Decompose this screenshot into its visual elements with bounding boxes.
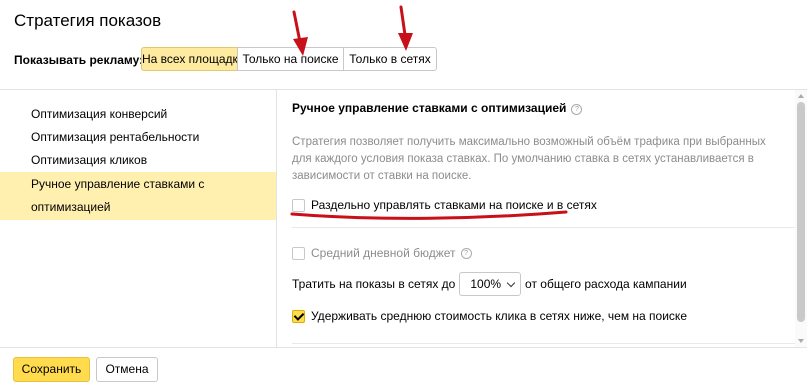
question-circle-icon[interactable]: ? xyxy=(571,104,583,115)
cancel-button[interactable]: Отмена xyxy=(96,357,158,382)
placement-tabs: На всех площадках Только на поиске Тольк… xyxy=(141,47,437,71)
section-divider xyxy=(292,227,807,228)
divider-top xyxy=(0,89,807,90)
scroll-down-arrow-icon[interactable] xyxy=(798,339,804,343)
separate-bids-row[interactable]: Раздельно управлять ставками на поиске и… xyxy=(292,198,597,212)
save-button[interactable]: Сохранить xyxy=(13,357,90,382)
divider-bottom xyxy=(0,347,807,348)
dialog-title: Стратегия показов xyxy=(14,11,162,30)
section-divider-bottom xyxy=(292,343,807,344)
strategy-profitability-optimization[interactable]: Оптимизация рентабельности xyxy=(0,126,276,149)
network-spend-value: 100% xyxy=(470,277,502,291)
daily-budget-row[interactable]: Средний дневной бюджет ? xyxy=(292,246,472,260)
keep-cpc-lower-checkbox[interactable] xyxy=(292,309,305,323)
divider-vertical xyxy=(276,90,277,347)
separate-bids-label: Раздельно управлять ставками на поиске и… xyxy=(311,198,597,212)
panel-title-wrap: Ручное управление ставками с оптимизацие… xyxy=(292,101,583,115)
scroll-up-arrow-icon[interactable] xyxy=(798,94,804,98)
red-underline-annotation xyxy=(290,210,568,220)
keep-cpc-lower-label: Удерживать среднюю стоимость клика в сет… xyxy=(311,309,687,323)
strategy-manual-bidding-optimization[interactable]: Ручное управление ставками с оптимизацие… xyxy=(0,172,276,220)
strategy-list: Оптимизация конверсий Оптимизация рентаб… xyxy=(0,103,276,220)
network-spend-select[interactable]: 100% xyxy=(459,272,522,296)
panel-title: Ручное управление ставками с оптимизацие… xyxy=(292,101,567,115)
strategy-click-optimization[interactable]: Оптимизация кликов xyxy=(0,149,276,172)
scrollbar-thumb[interactable] xyxy=(797,102,805,322)
question-circle-icon[interactable]: ? xyxy=(460,247,472,259)
keep-cpc-lower-row[interactable]: Удерживать среднюю стоимость клика в сет… xyxy=(292,309,687,323)
separate-bids-checkbox[interactable] xyxy=(292,198,305,212)
red-arrow-icon xyxy=(398,5,413,51)
tab-networks-only[interactable]: Только в сетях xyxy=(343,47,437,71)
network-spend-prefix: Тратить на показы в сетях до xyxy=(292,277,456,291)
daily-budget-label: Средний дневной бюджет xyxy=(311,246,456,260)
strategy-description: Стратегия позволяет получить максимально… xyxy=(292,136,766,182)
tab-all-placements[interactable]: На всех площадках xyxy=(141,47,251,71)
chevron-down-icon xyxy=(506,278,516,287)
daily-budget-checkbox[interactable] xyxy=(292,246,305,260)
tab-search-only[interactable]: Только на поиске xyxy=(237,47,344,71)
show-ads-label: Показывать рекламу: xyxy=(14,53,144,67)
panel-scrollbar[interactable] xyxy=(795,90,807,347)
network-spend-suffix: от общего расхода кампании xyxy=(525,277,687,291)
network-spend-row: Тратить на показы в сетях до 100% от общ… xyxy=(292,272,687,296)
strategy-conversion-optimization[interactable]: Оптимизация конверсий xyxy=(0,103,276,126)
